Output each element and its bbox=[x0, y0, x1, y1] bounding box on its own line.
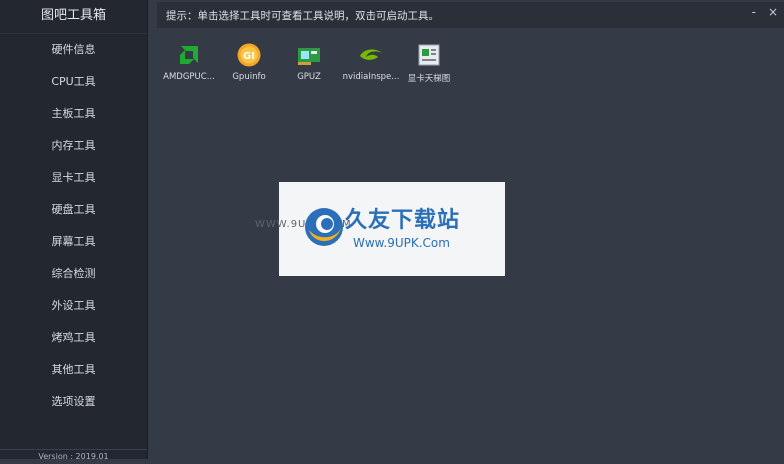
tool-gpuz[interactable]: GPUZ bbox=[278, 42, 340, 88]
sidebar-item-motherboard-tools[interactable]: 主板工具 bbox=[0, 98, 147, 130]
tool-amdgpuc[interactable]: AMDGPUC... bbox=[158, 42, 220, 88]
sidebar-item-peripheral-tools[interactable]: 外设工具 bbox=[0, 290, 147, 322]
watermark-overlay: WWW.9UPK.COM 久友下载站 Www.9UPK.Com bbox=[255, 182, 505, 276]
sidebar-item-memory-tools[interactable]: 内存工具 bbox=[0, 130, 147, 162]
watermark-url: Www.9UPK.Com bbox=[353, 236, 450, 250]
gpuinfo-icon-text: GI bbox=[243, 51, 255, 62]
sidebar-item-stress-tools[interactable]: 烤鸡工具 bbox=[0, 322, 147, 354]
tool-label: Gpuinfo bbox=[232, 72, 266, 82]
tool-label: 显卡天梯图 bbox=[407, 74, 451, 84]
tool-label: AMDGPUC... bbox=[163, 72, 215, 82]
sidebar-item-gpu-tools[interactable]: 显卡工具 bbox=[0, 162, 147, 194]
sidebar: 图吧工具箱 硬件信息 CPU工具 主板工具 内存工具 显卡工具 硬盘工具 屏幕工… bbox=[0, 0, 148, 461]
tool-nvidia-inspector[interactable]: nvidiaInspe... bbox=[340, 42, 402, 88]
watermark-logo-icon bbox=[305, 208, 343, 246]
minimize-button[interactable]: - bbox=[752, 5, 756, 19]
amd-icon bbox=[180, 46, 198, 64]
gpuinfo-icon: GI bbox=[237, 43, 261, 67]
close-button[interactable]: × bbox=[768, 5, 778, 19]
sidebar-item-cpu-tools[interactable]: CPU工具 bbox=[0, 66, 147, 98]
version-label: Version : 2019.01 bbox=[0, 449, 147, 463]
tool-label: nvidiaInspe... bbox=[342, 72, 400, 82]
sidebar-item-overall-test[interactable]: 综合检测 bbox=[0, 258, 147, 290]
sidebar-item-disk-tools[interactable]: 硬盘工具 bbox=[0, 194, 147, 226]
tool-gpuinfo[interactable]: GI Gpuinfo bbox=[218, 42, 280, 88]
sidebar-item-settings[interactable]: 选项设置 bbox=[0, 386, 147, 418]
hint-text: 提示：单击选择工具时可查看工具说明，双击可启动工具。 bbox=[166, 10, 439, 22]
gpuz-icon bbox=[298, 48, 320, 65]
nvidia-icon bbox=[360, 49, 382, 60]
sidebar-item-other-tools[interactable]: 其他工具 bbox=[0, 354, 147, 386]
watermark-site-name: 久友下载站 bbox=[345, 208, 461, 233]
hint-bar: 提示：单击选择工具时可查看工具说明，双击可启动工具。 - × bbox=[157, 2, 784, 28]
app-title: 图吧工具箱 bbox=[0, 0, 147, 34]
gpu-ladder-icon bbox=[418, 44, 440, 66]
tool-gpu-ladder[interactable]: 显卡天梯图 bbox=[398, 42, 460, 88]
tool-label: GPUZ bbox=[297, 72, 321, 82]
sidebar-item-screen-tools[interactable]: 屏幕工具 bbox=[0, 226, 147, 258]
sidebar-item-hardware-info[interactable]: 硬件信息 bbox=[0, 34, 147, 66]
